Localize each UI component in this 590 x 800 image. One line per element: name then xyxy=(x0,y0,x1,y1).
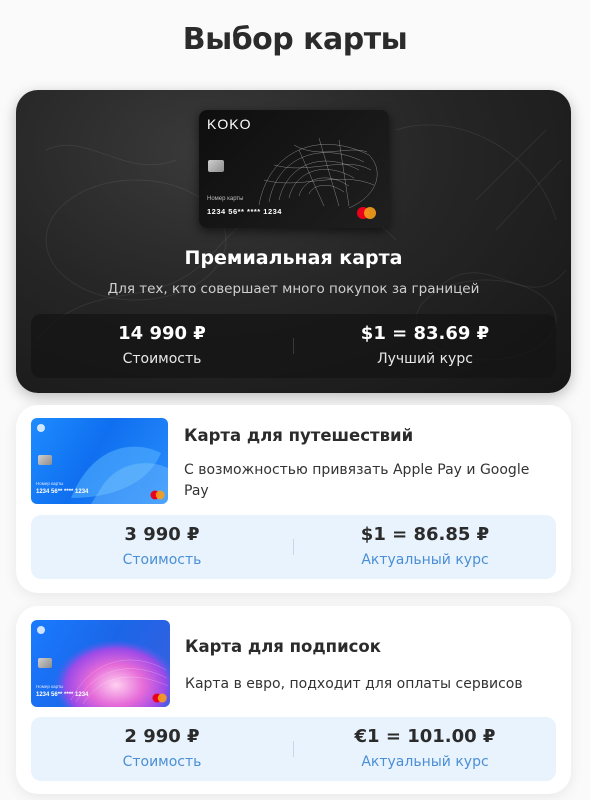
premium-card-option[interactable]: KOKO Номер карты 1234 56** **** 1234 Пре… xyxy=(16,90,571,393)
travel-card-description: С возможностью привязать Apple Pay и Goo… xyxy=(184,462,530,499)
mastercard-icon xyxy=(152,693,168,703)
card-number-label: Номер карты xyxy=(36,481,64,486)
subscriptions-card-description: Карта в евро, подходит для оплаты сервис… xyxy=(185,676,523,692)
price-label: Стоимость xyxy=(122,552,202,568)
card-number-label: Номер карты xyxy=(207,196,244,202)
price-value: 3 990 ₽ xyxy=(124,524,200,545)
travel-card-option[interactable]: Номер карты 1234 56** **** 1234 Карта дл… xyxy=(16,405,571,593)
rate-value: $1 = 86.85 ₽ xyxy=(360,524,490,545)
travel-card-title: Карта для путешествий xyxy=(184,426,414,445)
price-value: 2 990 ₽ xyxy=(124,726,200,747)
price-stat: 3 990 ₽ Стоимость xyxy=(31,515,293,579)
mastercard-icon xyxy=(150,490,166,500)
bank-logo-icon xyxy=(37,424,45,432)
page-title: Выбор карты xyxy=(182,22,408,57)
chip-icon xyxy=(38,455,52,465)
card-brand-label: KOKO xyxy=(207,116,252,132)
premium-card-description: Для тех, кто совершает много покупок за … xyxy=(107,281,480,297)
chip-icon xyxy=(208,160,224,172)
bank-logo-icon xyxy=(37,626,45,634)
card-number-label: Номер карты xyxy=(36,684,64,689)
mastercard-icon xyxy=(357,207,377,219)
rate-stat: €1 = 101.00 ₽ Актуальный курс xyxy=(294,717,556,781)
card-number: 1234 56** **** 1234 xyxy=(207,207,282,216)
rate-stat: $1 = 83.69 ₽ Лучший курс xyxy=(294,314,556,378)
card-number: 1234 56** **** 1234 xyxy=(36,692,89,698)
subscriptions-card-title: Карта для подписок xyxy=(185,637,381,656)
rate-label: Актуальный курс xyxy=(361,754,489,770)
rate-label: Лучший курс xyxy=(377,351,473,367)
premium-card-image: KOKO Номер карты 1234 56** **** 1234 xyxy=(199,110,389,228)
subscriptions-card-image: Номер карты 1234 56** **** 1234 xyxy=(31,620,170,707)
premium-card-title: Премиальная карта xyxy=(184,247,403,269)
rate-value: $1 = 83.69 ₽ xyxy=(360,323,490,344)
subscriptions-card-option[interactable]: Номер карты 1234 56** **** 1234 Карта дл… xyxy=(16,606,571,794)
premium-stats-panel: 14 990 ₽ Стоимость $1 = 83.69 ₽ Лучший к… xyxy=(31,314,556,378)
price-stat: 14 990 ₽ Стоимость xyxy=(31,314,293,378)
rate-label: Актуальный курс xyxy=(361,552,489,568)
rate-stat: $1 = 86.85 ₽ Актуальный курс xyxy=(294,515,556,579)
travel-card-image: Номер карты 1234 56** **** 1234 xyxy=(31,418,168,504)
price-label: Стоимость xyxy=(122,754,202,770)
price-value: 14 990 ₽ xyxy=(118,323,206,344)
subscriptions-stats-panel: 2 990 ₽ Стоимость €1 = 101.00 ₽ Актуальн… xyxy=(31,717,556,781)
card-number: 1234 56** **** 1234 xyxy=(36,489,89,495)
rate-value: €1 = 101.00 ₽ xyxy=(354,726,496,747)
price-label: Стоимость xyxy=(122,351,202,367)
price-stat: 2 990 ₽ Стоимость xyxy=(31,717,293,781)
chip-icon xyxy=(38,658,52,668)
travel-stats-panel: 3 990 ₽ Стоимость $1 = 86.85 ₽ Актуальны… xyxy=(31,515,556,579)
